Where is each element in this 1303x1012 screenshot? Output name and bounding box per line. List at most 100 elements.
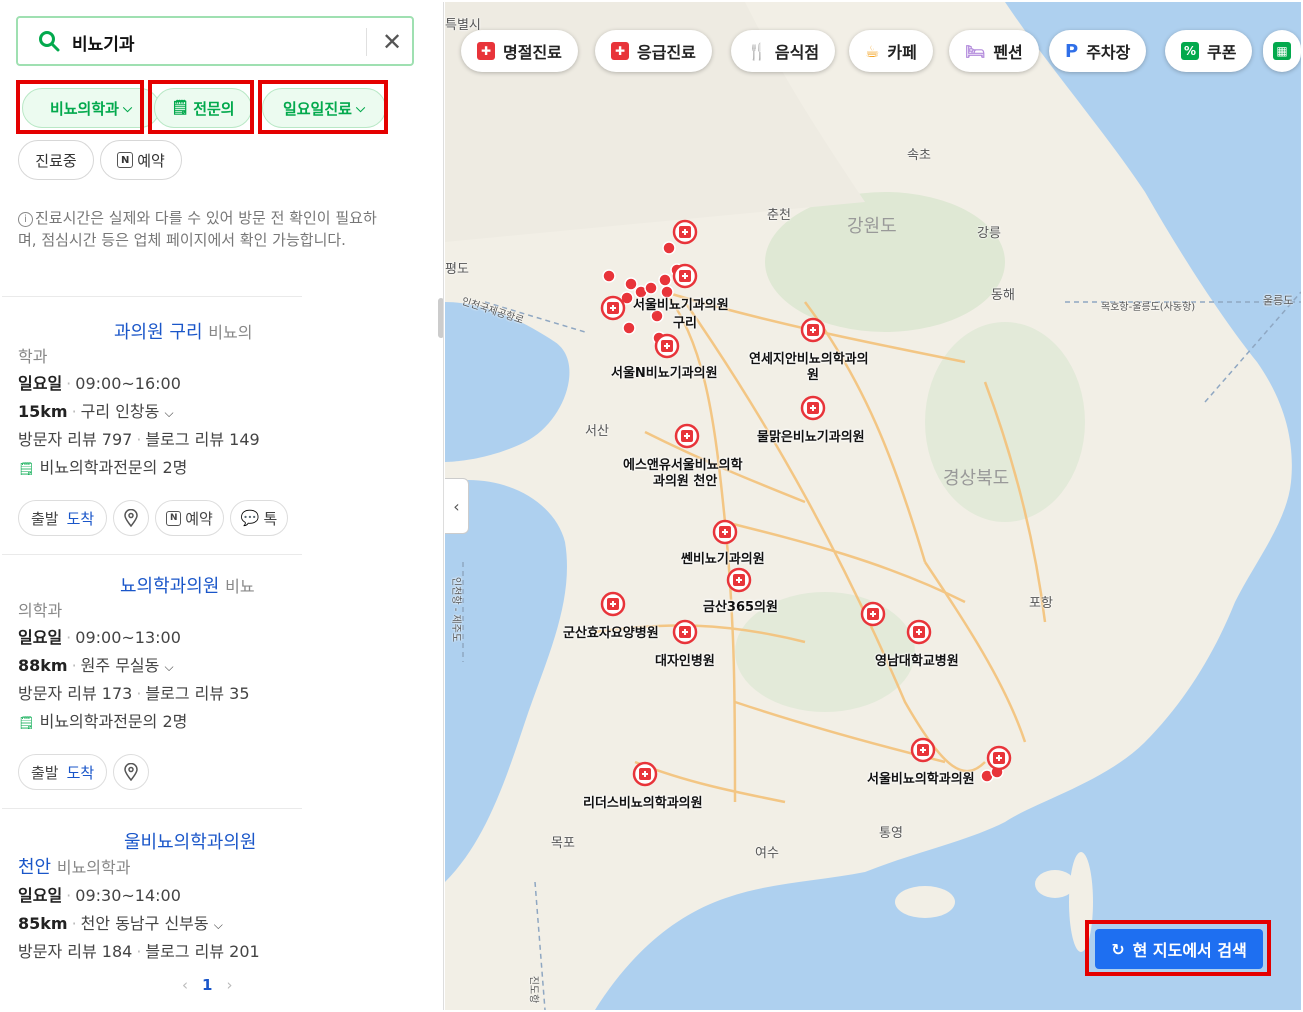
search-this-area-button[interactable]: ↻ 현 지도에서 검색 <box>1095 929 1263 969</box>
search-box[interactable]: 비뇨기과 ✕ <box>16 16 414 66</box>
chevron-down-icon[interactable]: ⌵ <box>214 918 223 932</box>
chevron-down-icon[interactable]: ⌵ <box>164 406 173 420</box>
result-item[interactable]: 뇨의학과의원 비뇨 의학과 일요일 · 09:00~13:00 88km · 원주 무실… <box>18 572 318 736</box>
result-location[interactable]: 85km · 천안 동남구 신부동 ⌵ <box>18 910 318 938</box>
place-label[interactable]: 서울비뇨기과의원 <box>633 294 729 313</box>
route-label: 목호항-울릉도(사동항) <box>1101 302 1196 313</box>
place-label[interactable]: 영남대학교병원 <box>875 650 959 669</box>
arrive-button[interactable]: 도착 <box>67 762 95 783</box>
result-title-line[interactable]: 뇨의학과의원 비뇨 <box>18 572 318 598</box>
blog-reviews[interactable]: 블로그 리뷰 35 <box>145 684 249 703</box>
start-button[interactable]: 출발 <box>31 762 59 783</box>
geo-label: 서산 <box>585 424 609 439</box>
filter-department[interactable]: 비뇨의학과 ⌵ <box>22 88 160 128</box>
result-title-cont[interactable]: 천안 <box>18 857 51 878</box>
result-title[interactable]: 뇨의학과의원 <box>120 576 219 597</box>
blog-reviews[interactable]: 블로그 리뷰 201 <box>145 942 259 961</box>
search-query[interactable]: 비뇨기과 <box>72 30 135 55</box>
search-icon <box>39 31 60 52</box>
category-chip-pension[interactable]: 🛏 펜션 <box>949 30 1039 72</box>
place-label[interactable]: 서울비뇨의학과의원 <box>867 768 975 787</box>
talk-button[interactable]: 💬 톡 <box>229 500 289 536</box>
result-title-line[interactable]: 과의원 구리 비뇨의 <box>18 318 318 344</box>
map-view[interactable]: 특별시 속초 춘천 강릉 동해 평도 서산 포항 목포 여수 통영 인천국제공항… <box>445 2 1301 1010</box>
specialist-icon: 🗒 <box>18 462 35 477</box>
route-label: 인천항 - 제주도 <box>450 576 462 643</box>
result-item[interactable]: 울비뇨의학과의원 천안 비뇨의학과 일요일 · 09:30~14:00 85km · 천… <box>18 828 318 966</box>
place-label[interactable]: 군산효자요양병원 <box>563 622 659 641</box>
divider <box>2 554 302 555</box>
hospital-marker <box>654 333 680 359</box>
start-button[interactable]: 출발 <box>31 508 59 529</box>
category-chip-restaurant[interactable]: 🍴 음식점 <box>731 30 836 72</box>
divider <box>2 296 302 297</box>
route-button[interactable]: 출발 도착 <box>18 754 108 790</box>
place-label[interactable]: 대자인병원 <box>655 650 715 669</box>
collapse-panel-button[interactable]: ‹ <box>445 478 469 534</box>
hospital-marker <box>800 395 826 421</box>
result-location[interactable]: 15km · 구리 인창동 ⌵ <box>18 398 318 426</box>
category-label: 펜션 <box>993 43 1023 62</box>
clear-search-icon[interactable]: ✕ <box>378 28 406 56</box>
chevron-down-icon[interactable]: ⌵ <box>164 660 173 674</box>
filter-sunday[interactable]: 일요일진료 ⌵ <box>262 88 386 128</box>
hospital-marker <box>860 601 886 627</box>
hospital-marker <box>726 567 752 593</box>
place-label[interactable]: 과의원 천안 <box>653 470 717 489</box>
location-pin-button[interactable] <box>113 754 150 790</box>
result-reviews: 방문자 리뷰 797 · 블로그 리뷰 149 <box>18 430 260 449</box>
result-title-line[interactable]: 울비뇨의학과의원 <box>18 828 318 854</box>
category-chip-more[interactable]: ▦ <box>1263 30 1301 72</box>
info-icon: i <box>18 212 33 227</box>
category-chip-cafe[interactable]: ☕ 카페 <box>849 30 933 72</box>
category-chip-holiday[interactable]: ✚ 명절진료 <box>461 30 578 72</box>
pagination: ‹ 1 › <box>182 976 232 994</box>
place-label[interactable]: 쎈비뇨기과의원 <box>681 548 765 567</box>
result-title[interactable]: 울비뇨의학과의원 <box>124 832 256 853</box>
island-small-1 <box>537 932 573 952</box>
result-distance: 88km <box>18 656 68 675</box>
chevron-left-icon: ‹ <box>453 496 460 516</box>
chevron-down-icon: ⌵ <box>122 100 133 115</box>
bed-icon: 🛏 <box>965 41 986 61</box>
coffee-icon: ☕ <box>865 41 880 61</box>
reserve-button[interactable]: N 예약 <box>155 500 224 536</box>
category-chip-parking[interactable]: P 주차장 <box>1049 30 1147 72</box>
place-label[interactable]: 구리 <box>673 312 697 331</box>
blog-reviews[interactable]: 블로그 리뷰 149 <box>145 430 259 449</box>
result-location[interactable]: 88km · 원주 무실동 ⌵ <box>18 652 318 680</box>
hospital-marker <box>600 591 626 617</box>
result-category: 비뇨의학과 <box>56 858 131 877</box>
result-hours: 일요일 · 09:00~16:00 <box>18 374 181 393</box>
current-page[interactable]: 1 <box>202 976 212 994</box>
place-label[interactable]: 금산365의원 <box>703 596 778 615</box>
prev-page-button[interactable]: ‹ <box>182 976 188 994</box>
search-separator <box>366 28 367 56</box>
result-title[interactable]: 과의원 구리 <box>114 322 203 343</box>
filter-open-now[interactable]: 진료중 <box>18 140 94 180</box>
place-label[interactable]: 리더스비뇨의학과의원 <box>583 792 703 811</box>
divider <box>2 808 302 809</box>
specialist-icon: 🗒 <box>171 100 190 116</box>
place-label[interactable]: 물맑은비뇨기과의원 <box>757 426 865 445</box>
visitor-reviews[interactable]: 방문자 리뷰 173 <box>18 684 132 703</box>
visitor-reviews[interactable]: 방문자 리뷰 797 <box>18 430 132 449</box>
filter-specialist[interactable]: 🗒 전문의 <box>154 88 252 128</box>
scrollbar[interactable] <box>438 298 443 338</box>
next-page-button[interactable]: › <box>226 976 232 994</box>
category-chip-emergency[interactable]: ✚ 응급진료 <box>595 30 712 72</box>
filter-reservation[interactable]: N 예약 <box>100 140 182 180</box>
category-chip-coupon[interactable]: % 쿠폰 <box>1165 30 1253 72</box>
location-pin-button[interactable] <box>113 500 150 536</box>
place-label[interactable]: 원 <box>807 364 819 383</box>
visitor-reviews[interactable]: 방문자 리뷰 184 <box>18 942 132 961</box>
result-item[interactable]: 과의원 구리 비뇨의 학과 일요일 · 09:00~16:00 15km · 구리 인창… <box>18 318 318 482</box>
category-label: 음식점 <box>774 43 820 62</box>
route-button[interactable]: 출발 도착 <box>18 500 108 536</box>
filter-open-now-label: 진료중 <box>35 151 77 170</box>
result-day: 일요일 <box>18 374 63 393</box>
geo-label: 포항 <box>1029 596 1053 611</box>
specialists-text: 비뇨의학과전문의 2명 <box>39 712 188 731</box>
place-label[interactable]: 서울N비뇨기과의원 <box>611 362 718 381</box>
arrive-button[interactable]: 도착 <box>67 508 95 529</box>
